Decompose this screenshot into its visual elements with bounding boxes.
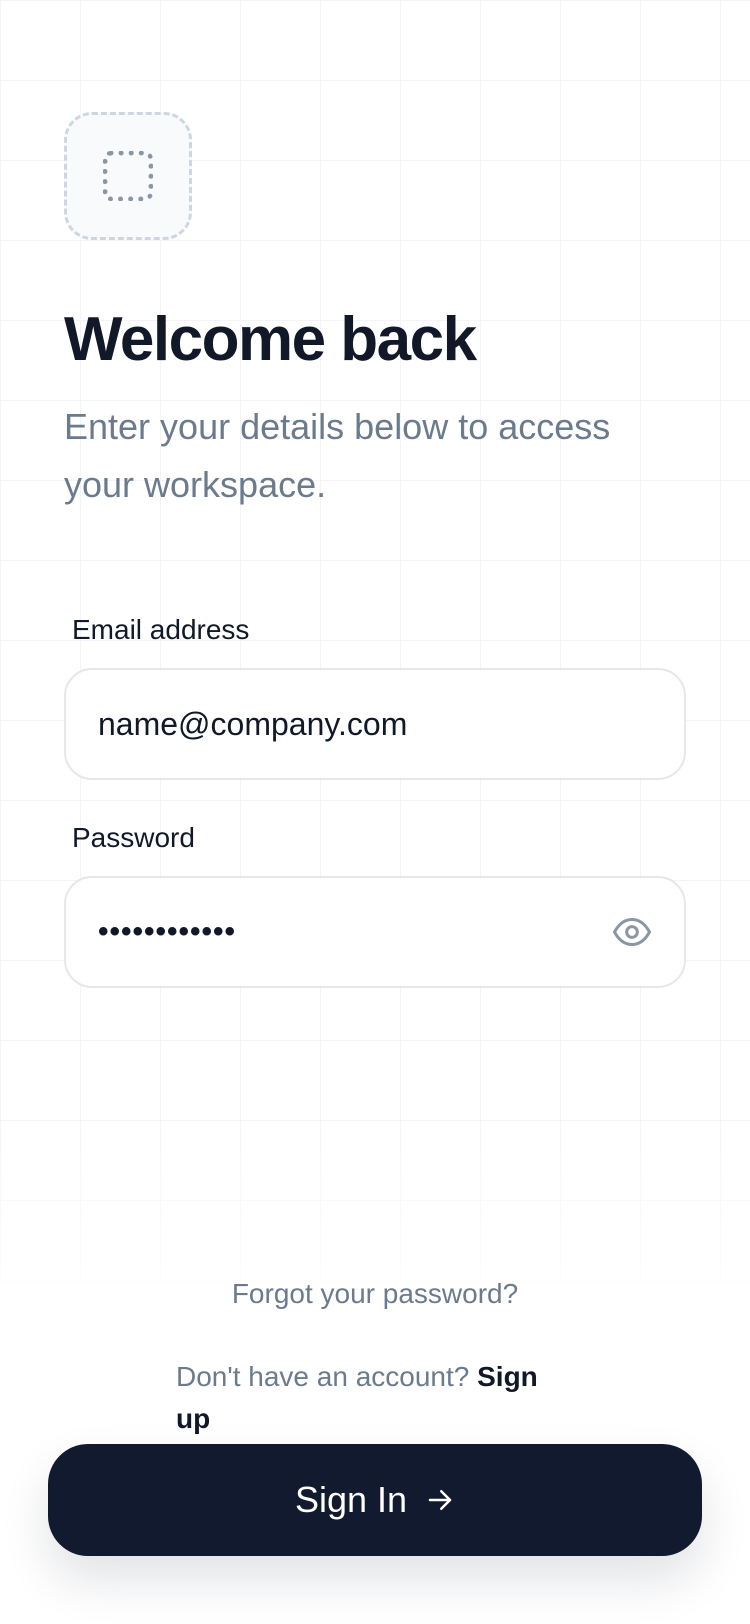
signup-prompt: Don't have an account? Sign up: [176, 1356, 556, 1440]
placeholder-logo-icon: [103, 151, 153, 201]
page-title: Welcome back: [64, 305, 477, 374]
signup-prompt-text: Don't have an account?: [176, 1361, 478, 1392]
logo-placeholder: [64, 112, 192, 240]
forgot-password-link[interactable]: Forgot your password?: [0, 1278, 750, 1310]
sign-in-button[interactable]: Sign In: [48, 1444, 702, 1556]
email-value[interactable]: name@company.com: [98, 706, 407, 743]
page-subtitle: Enter your details below to access your …: [64, 406, 611, 505]
password-label: Password: [72, 822, 195, 853]
arrow-right-icon: [425, 1485, 455, 1515]
sign-in-label: Sign In: [294, 1479, 408, 1520]
email-field[interactable]: name@company.com: [64, 668, 686, 780]
login-screen: Welcome back Enter your details below to…: [0, 0, 750, 1624]
eye-icon[interactable]: [612, 912, 652, 952]
email-label: Email address: [72, 614, 250, 645]
password-value[interactable]: ••••••••••••: [98, 915, 612, 949]
password-field[interactable]: ••••••••••••: [64, 876, 686, 988]
